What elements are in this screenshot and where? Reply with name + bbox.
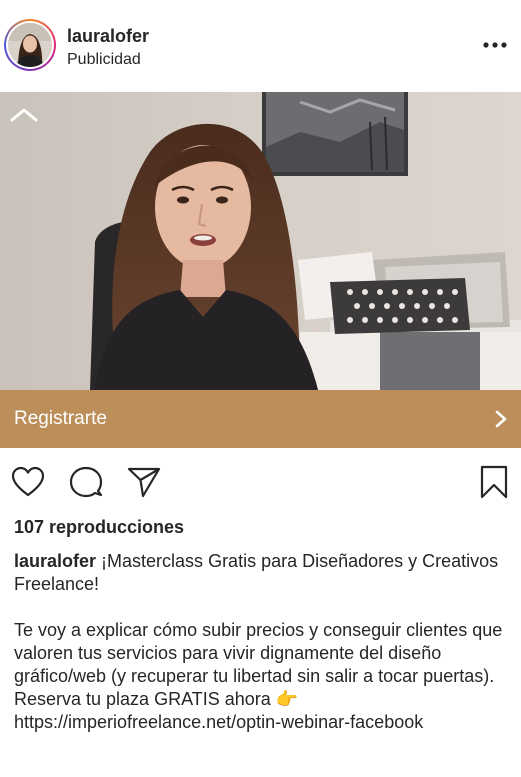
caption-link[interactable]: https://imperiofreelance.net/optin-webin… bbox=[14, 712, 423, 732]
heart-icon bbox=[11, 466, 45, 497]
share-button[interactable] bbox=[126, 464, 162, 500]
caption-body-text: Te voy a explicar cómo subir precios y c… bbox=[14, 620, 503, 709]
view-count[interactable]: 107 reproducciones bbox=[14, 517, 184, 538]
story-ring[interactable] bbox=[4, 19, 56, 71]
post-username[interactable]: lauralofer bbox=[67, 26, 149, 47]
chevron-right-icon bbox=[495, 410, 507, 428]
chevron-up-icon bbox=[10, 108, 38, 122]
caption-headline: lauralofer ¡Masterclass Gratis para Dise… bbox=[14, 550, 506, 596]
bookmark-icon bbox=[480, 465, 508, 499]
collapse-button[interactable] bbox=[8, 104, 40, 128]
save-button[interactable] bbox=[476, 464, 512, 500]
post-actions-bar bbox=[0, 458, 521, 510]
paper-plane-icon bbox=[127, 467, 161, 498]
video-frame bbox=[0, 92, 521, 390]
avatar-image bbox=[8, 23, 52, 67]
comment-icon bbox=[69, 466, 103, 498]
caption-body: Te voy a explicar cómo subir precios y c… bbox=[14, 619, 506, 734]
more-horizontal-icon bbox=[483, 42, 507, 48]
post-video[interactable] bbox=[0, 92, 521, 390]
avatar[interactable] bbox=[8, 23, 52, 67]
caption-username[interactable]: lauralofer bbox=[14, 551, 96, 571]
more-options-button[interactable] bbox=[481, 30, 509, 60]
post-caption: lauralofer ¡Masterclass Gratis para Dise… bbox=[14, 550, 506, 734]
post-header: lauralofer Publicidad bbox=[0, 0, 521, 92]
register-cta-button[interactable]: Registrarte bbox=[0, 390, 521, 448]
comment-button[interactable] bbox=[68, 464, 104, 500]
cta-label: Registrarte bbox=[14, 408, 107, 429]
pointing-emoji: 👉 bbox=[275, 689, 299, 709]
like-button[interactable] bbox=[10, 464, 46, 500]
sponsored-label: Publicidad bbox=[67, 51, 141, 68]
